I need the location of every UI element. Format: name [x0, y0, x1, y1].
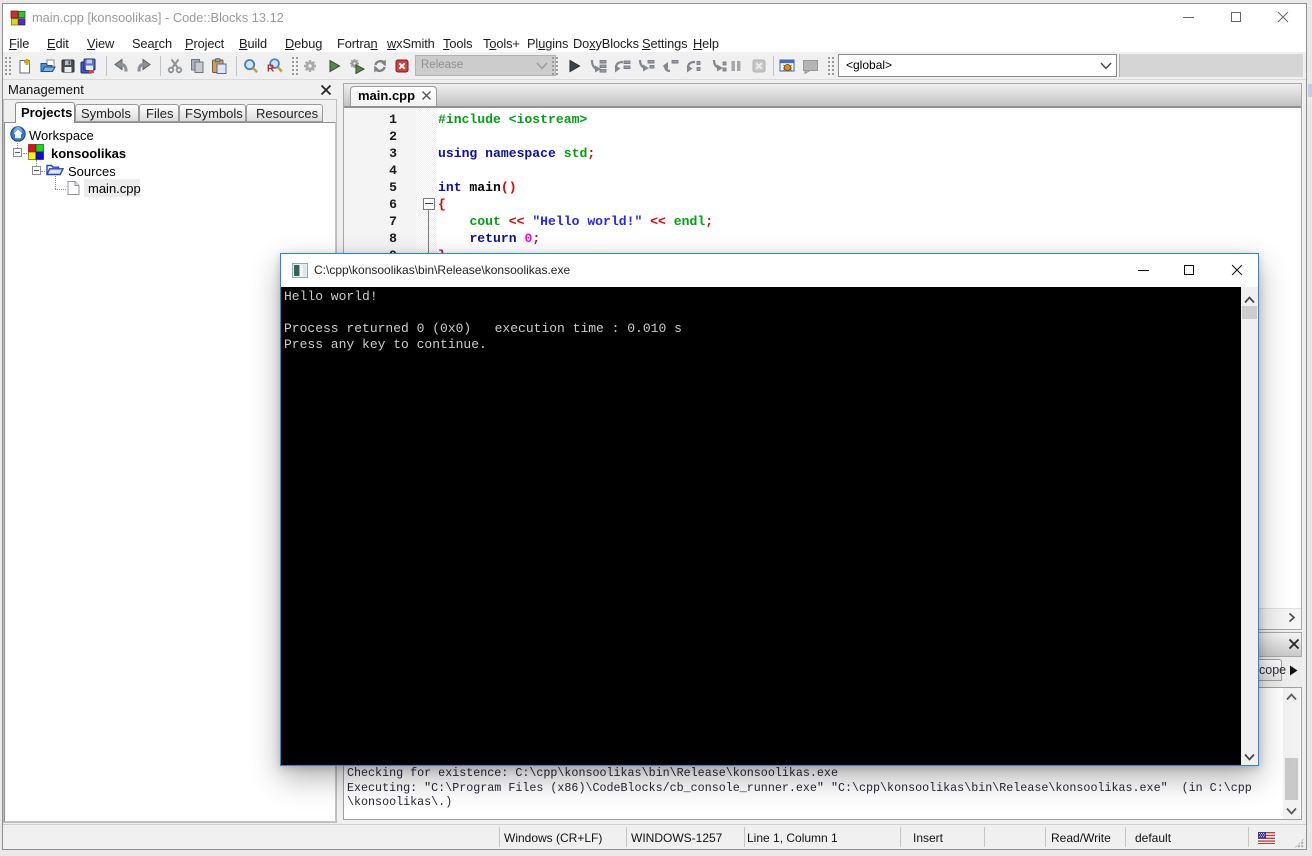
svg-text:R: R: [267, 64, 275, 75]
